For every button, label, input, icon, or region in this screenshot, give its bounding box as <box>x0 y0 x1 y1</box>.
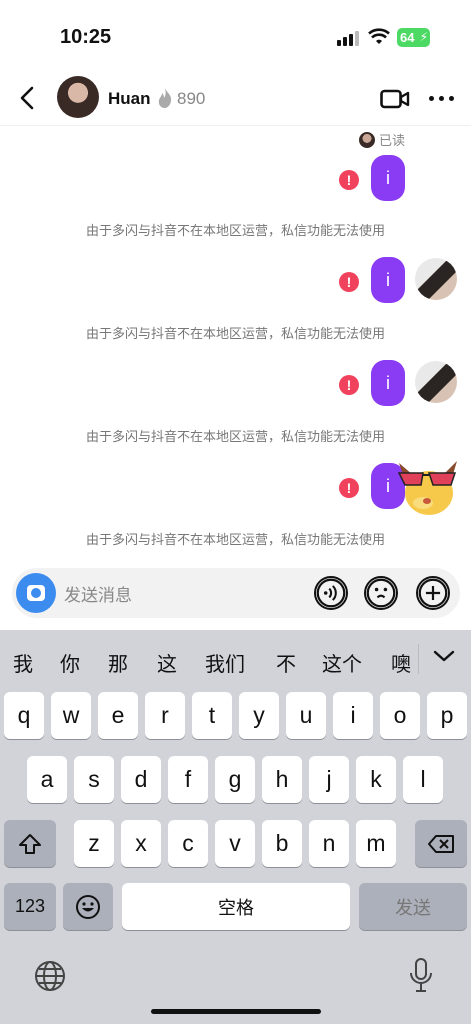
backspace-icon <box>428 834 454 853</box>
suggestion-item[interactable]: 不 <box>276 648 296 677</box>
key-p[interactable]: p <box>427 692 467 739</box>
message-row: ! i <box>0 360 471 408</box>
message-input[interactable]: 发送消息 <box>64 581 132 606</box>
key-l[interactable]: l <box>403 756 443 803</box>
status-time: 10:25 <box>60 26 112 48</box>
suggestion-item[interactable]: 我 <box>13 648 33 677</box>
wifi-icon <box>368 28 390 44</box>
battery-icon: 64 ⚡ <box>397 28 430 47</box>
shift-icon <box>19 833 41 854</box>
key-d[interactable]: d <box>121 756 161 803</box>
key-k[interactable]: k <box>356 756 396 803</box>
emoji-key-icon <box>76 894 100 919</box>
signal-icon <box>337 30 361 46</box>
system-note: 由于多闪与抖音不在本地区运营，私信功能无法使用 <box>85 533 385 548</box>
suggestion-item[interactable]: 那 <box>108 648 128 677</box>
key-f[interactable]: f <box>168 756 208 803</box>
globe-icon[interactable] <box>33 959 67 993</box>
video-call-icon[interactable] <box>380 88 410 110</box>
key-b[interactable]: b <box>262 820 302 867</box>
send-key[interactable]: 发送 <box>359 883 467 930</box>
key-v[interactable]: v <box>215 820 255 867</box>
emoji-icon[interactable] <box>364 576 398 610</box>
voice-icon[interactable] <box>314 576 348 610</box>
suggestion-item[interactable]: 我们 <box>205 648 245 677</box>
numbers-key[interactable]: 123 <box>4 883 56 930</box>
chat-header: Huan 890 <box>0 70 471 126</box>
key-q[interactable]: q <box>4 692 44 739</box>
key-m[interactable]: m <box>356 820 396 867</box>
key-n[interactable]: n <box>309 820 349 867</box>
key-u[interactable]: u <box>286 692 326 739</box>
backspace-key[interactable] <box>415 820 467 867</box>
key-r[interactable]: r <box>145 692 185 739</box>
shift-key[interactable] <box>4 820 56 867</box>
key-a[interactable]: a <box>27 756 67 803</box>
key-t[interactable]: t <box>192 692 232 739</box>
read-receipt-avatar <box>358 131 375 148</box>
key-j[interactable]: j <box>309 756 349 803</box>
suggestion-item[interactable]: 这 <box>157 648 177 677</box>
home-indicator[interactable] <box>151 1009 321 1014</box>
camera-icon[interactable] <box>16 573 56 613</box>
key-e[interactable]: e <box>98 692 138 739</box>
key-s[interactable]: s <box>74 756 114 803</box>
message-bubble[interactable]: i <box>371 360 405 406</box>
more-icon[interactable] <box>428 94 456 102</box>
error-icon[interactable]: ! <box>339 272 359 292</box>
suggestion-item[interactable]: 噢 <box>391 648 411 677</box>
message-row: ! i <box>0 257 471 305</box>
microphone-icon[interactable] <box>408 957 434 995</box>
system-note: 由于多闪与抖音不在本地区运营，私信功能无法使用 <box>85 224 385 239</box>
suggestion-item[interactable]: 你 <box>60 648 80 677</box>
suggestion-item[interactable]: 这个 <box>322 648 362 677</box>
plus-icon[interactable] <box>416 576 450 610</box>
system-note: 由于多闪与抖音不在本地区运营，私信功能无法使用 <box>85 430 385 445</box>
read-receipt: 已读 <box>358 130 405 149</box>
flame-icon <box>158 88 172 108</box>
message-row: ! i <box>0 461 471 515</box>
chevron-down-icon[interactable] <box>432 648 456 664</box>
message-bubble[interactable]: i <box>371 155 405 201</box>
system-note: 由于多闪与抖音不在本地区运营，私信功能无法使用 <box>85 327 385 342</box>
key-i[interactable]: i <box>333 692 373 739</box>
message-row: ! i <box>0 155 471 203</box>
emoji-key[interactable] <box>63 883 113 930</box>
sticker-avatar[interactable] <box>393 455 463 519</box>
suggestion-bar: 我 你 那 这 我们 不 这个 噢 <box>0 630 471 688</box>
key-g[interactable]: g <box>215 756 255 803</box>
status-bar: 10:25 64 ⚡ <box>0 0 471 70</box>
charging-icon: ⚡ <box>419 30 428 44</box>
intimacy-count: 890 <box>177 89 206 108</box>
avatar[interactable] <box>415 361 457 403</box>
error-icon[interactable]: ! <box>339 170 359 190</box>
key-y[interactable]: y <box>239 692 279 739</box>
message-bubble[interactable]: i <box>371 257 405 303</box>
battery-level: 64 <box>400 30 415 45</box>
key-z[interactable]: z <box>74 820 114 867</box>
contact-name[interactable]: Huan <box>108 89 151 109</box>
divider <box>418 644 419 674</box>
key-h[interactable]: h <box>262 756 302 803</box>
message-input-bar: 发送消息 <box>12 568 460 618</box>
key-o[interactable]: o <box>380 692 420 739</box>
key-x[interactable]: x <box>121 820 161 867</box>
back-icon[interactable] <box>14 84 42 112</box>
key-w[interactable]: w <box>51 692 91 739</box>
error-icon[interactable]: ! <box>339 375 359 395</box>
error-icon[interactable]: ! <box>339 478 359 498</box>
avatar[interactable] <box>415 258 457 300</box>
avatar[interactable] <box>57 76 99 118</box>
read-receipt-label: 已读 <box>378 133 405 148</box>
space-key[interactable]: 空格 <box>122 883 350 930</box>
keyboard: 我 你 那 这 我们 不 这个 噢 q w e r t y u i o p a … <box>0 630 471 1024</box>
key-c[interactable]: c <box>168 820 208 867</box>
